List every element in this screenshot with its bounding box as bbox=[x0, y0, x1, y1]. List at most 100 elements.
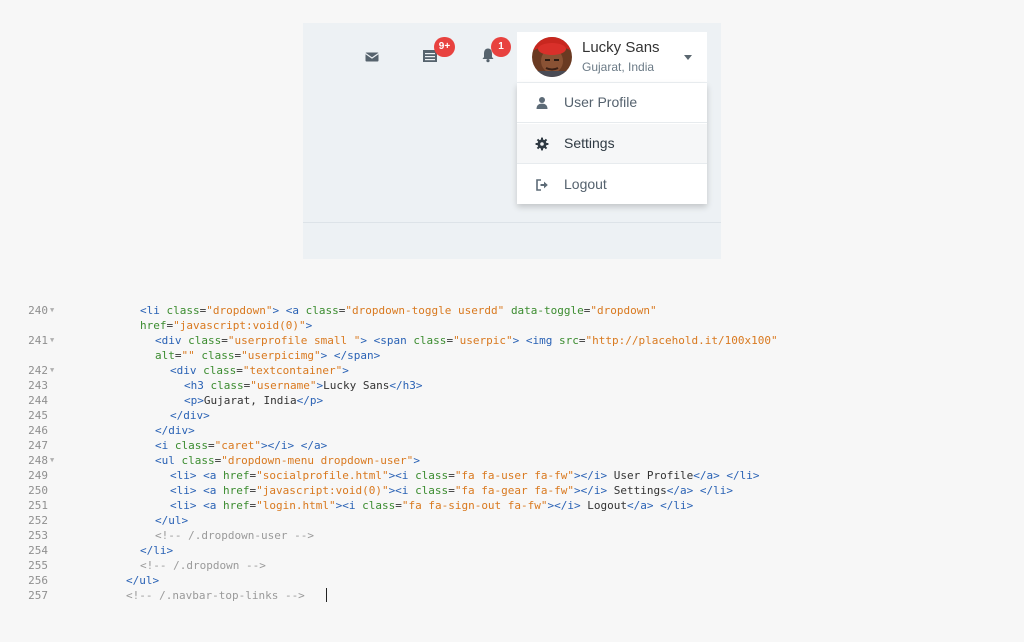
code-token: "dropdown-toggle userdd" bbox=[345, 304, 505, 317]
menu-item-label: Settings bbox=[564, 135, 615, 151]
menu-item-user-profile[interactable]: User Profile bbox=[517, 83, 707, 123]
fold-toggle-icon[interactable]: ▼ bbox=[50, 453, 54, 468]
code-token: <!-- /.navbar-top-links --> bbox=[126, 589, 305, 602]
code-token: Logout bbox=[580, 499, 628, 512]
code-token: <div bbox=[155, 334, 189, 347]
code-token: </div> bbox=[170, 409, 210, 422]
code-line: <!-- /.dropdown-user --> bbox=[155, 528, 314, 543]
code-token: <li> <a bbox=[170, 484, 223, 497]
code-token: <ul bbox=[155, 454, 182, 467]
menu-item-label: Logout bbox=[564, 176, 607, 192]
user-avatar bbox=[532, 37, 572, 77]
menu-item-logout[interactable]: Logout bbox=[517, 165, 707, 205]
code-token: alt bbox=[155, 349, 175, 362]
code-token: class bbox=[415, 484, 449, 497]
user-location: Gujarat, India bbox=[582, 60, 655, 74]
code-token: User Profile bbox=[607, 469, 694, 482]
code-token: > bbox=[413, 454, 420, 467]
code-token: "fa fa-gear fa-fw" bbox=[454, 484, 575, 497]
code-token: <li> <a bbox=[170, 499, 223, 512]
code-token: class bbox=[174, 439, 208, 452]
line-number: 257 bbox=[28, 589, 48, 602]
code-token: <li> <a bbox=[170, 469, 223, 482]
divider bbox=[303, 222, 721, 223]
code-token: href bbox=[222, 469, 250, 482]
code-token: </div> bbox=[155, 424, 195, 437]
code-token: "fa fa-user fa-fw" bbox=[454, 469, 575, 482]
code-token: class bbox=[201, 349, 235, 362]
line-number: 240 bbox=[28, 304, 48, 317]
code-token: </ul> bbox=[126, 574, 160, 587]
code-token: href bbox=[140, 319, 167, 332]
caret-down-icon[interactable] bbox=[684, 55, 692, 60]
code-token: "dropdown-menu dropdown-user" bbox=[221, 454, 414, 467]
code-token: <div bbox=[170, 364, 204, 377]
code-token: ><i bbox=[335, 499, 363, 512]
code-token: class bbox=[181, 454, 215, 467]
code-token: Settings bbox=[607, 484, 667, 497]
code-token: href bbox=[222, 484, 250, 497]
code-token: </a> </li> bbox=[627, 499, 694, 512]
code-token: "http://placehold.it/100x100" bbox=[585, 334, 778, 347]
fold-toggle-icon[interactable]: ▼ bbox=[50, 303, 54, 318]
code-token: <!-- /.dropdown-user --> bbox=[155, 529, 314, 542]
code-line: <div class="userprofile small "> <span c… bbox=[155, 333, 778, 348]
line-number: 256 bbox=[28, 574, 48, 587]
code-line: <div class="textcontainer"> bbox=[170, 363, 349, 378]
code-token: ></i> bbox=[574, 484, 608, 497]
sign-out-icon bbox=[535, 178, 549, 192]
code-token: > <img bbox=[512, 334, 560, 347]
code-line: <ul class="dropdown-menu dropdown-user"> bbox=[155, 453, 420, 468]
fold-toggle-icon[interactable]: ▼ bbox=[50, 363, 54, 378]
code-token: > <a bbox=[272, 304, 306, 317]
user-dropdown-toggle[interactable]: Lucky Sans Gujarat, India bbox=[517, 32, 707, 82]
code-line: <!-- /.navbar-top-links --> bbox=[126, 588, 305, 603]
code-token: = bbox=[174, 349, 182, 362]
code-token: "" bbox=[181, 349, 195, 362]
code-token: > bbox=[305, 319, 313, 332]
code-token: <!-- /.dropdown --> bbox=[140, 559, 266, 572]
line-number: 249 bbox=[28, 469, 48, 482]
code-token: ><i bbox=[388, 484, 416, 497]
code-token: Gujarat, India bbox=[203, 394, 297, 407]
code-token: src bbox=[559, 334, 579, 347]
code-token: > bbox=[342, 364, 349, 377]
code-token: class bbox=[305, 304, 339, 317]
line-number: 255 bbox=[28, 559, 48, 572]
code-token: class bbox=[362, 499, 396, 512]
user-icon bbox=[535, 96, 549, 110]
code-token: = bbox=[236, 364, 243, 377]
code-line: </div> bbox=[155, 423, 195, 438]
code-line: <!-- /.dropdown --> bbox=[140, 558, 266, 573]
code-line: <li> <a href = "socialprofile.html"><i cla… bbox=[170, 468, 759, 483]
code-token: "username" bbox=[250, 379, 317, 392]
code-token: <i bbox=[155, 439, 175, 452]
code-line: alt="" class="userpicimg"> </span> bbox=[155, 348, 380, 363]
line-number: 246 bbox=[28, 424, 48, 437]
code-token: class bbox=[415, 469, 449, 482]
code-token: "textcontainer" bbox=[242, 364, 343, 377]
code-line: <li> <a href="login.html"><i class="fa f… bbox=[170, 498, 693, 513]
fold-toggle-icon[interactable]: ▼ bbox=[50, 333, 54, 348]
navbar-preview: 9+ 1 Lucky Sans Gujarat, India User Prof… bbox=[303, 23, 721, 259]
code-line: <p>Gujarat, India</p> bbox=[184, 393, 323, 408]
code-token: class bbox=[188, 334, 222, 347]
code-token: </li> bbox=[140, 544, 174, 557]
code-token: = bbox=[221, 334, 228, 347]
line-number: 242 bbox=[28, 364, 48, 377]
code-token: "javascript:void(0)" bbox=[173, 319, 306, 332]
envelope-icon[interactable] bbox=[363, 48, 381, 66]
code-token: "userpic" bbox=[453, 334, 513, 347]
code-line: </ul> bbox=[155, 513, 188, 528]
line-number: 247 bbox=[28, 439, 48, 452]
code-token: <li bbox=[140, 304, 167, 317]
line-number: 243 bbox=[28, 379, 48, 392]
user-dropdown-menu: User Profile Settings Logout bbox=[517, 83, 707, 204]
line-number: 241 bbox=[28, 334, 48, 347]
code-token: </p> bbox=[296, 394, 324, 407]
line-number: 252 bbox=[28, 514, 48, 527]
code-token: <p> bbox=[184, 394, 204, 407]
menu-item-settings[interactable]: Settings bbox=[517, 124, 707, 164]
menu-item-label: User Profile bbox=[564, 94, 638, 110]
